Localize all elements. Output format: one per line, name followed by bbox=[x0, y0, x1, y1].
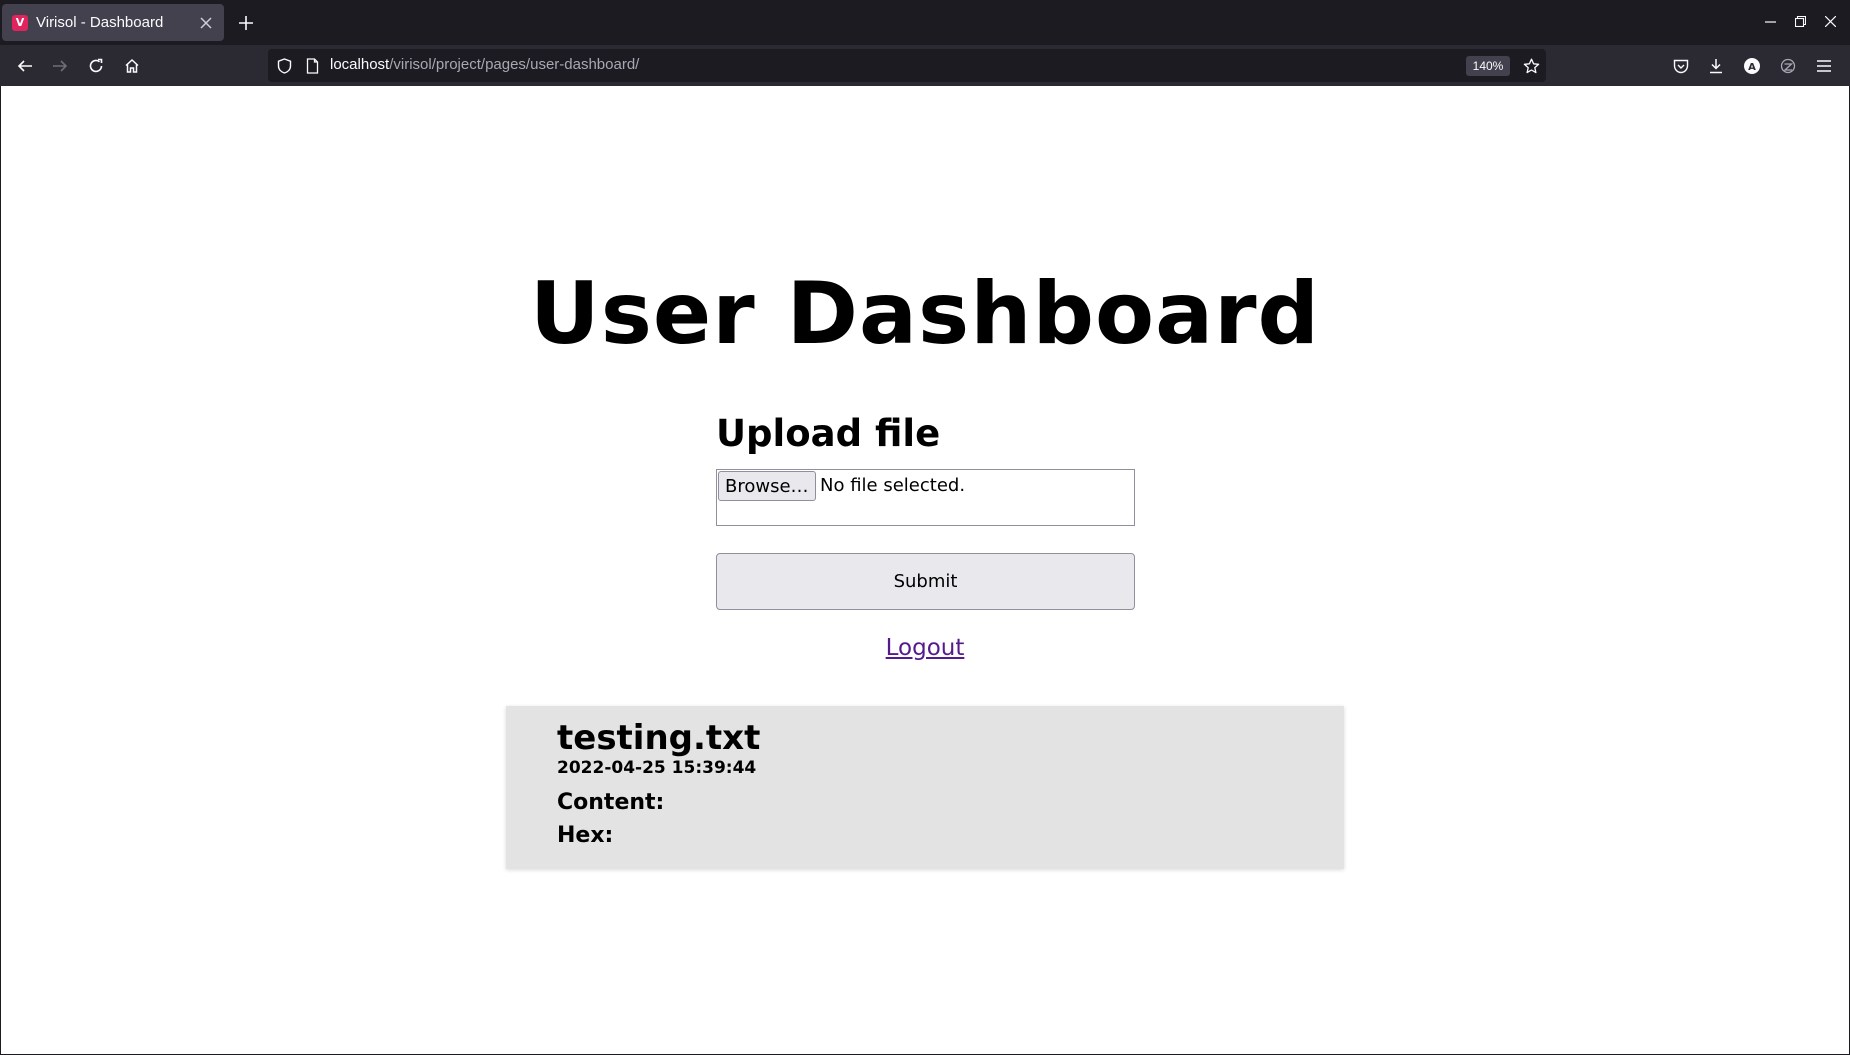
url-host: localhost bbox=[330, 56, 390, 73]
page-info-icon[interactable] bbox=[303, 57, 321, 75]
file-status-text: No file selected. bbox=[820, 475, 966, 496]
url-text[interactable]: localhost/virisol/project/pages/user-das… bbox=[330, 56, 639, 73]
new-tab-icon[interactable] bbox=[234, 9, 258, 37]
downloads-icon[interactable] bbox=[1703, 53, 1729, 79]
tracking-protection-shield-icon[interactable] bbox=[275, 57, 293, 75]
tab-title: Virisol - Dashboard bbox=[36, 14, 164, 31]
file-hex-label: Hex: bbox=[557, 823, 614, 848]
browse-button[interactable]: Browse… bbox=[718, 471, 816, 501]
url-path: /virisol/project/pages/user-dashboard/ bbox=[389, 56, 640, 73]
close-window-icon[interactable] bbox=[1819, 10, 1841, 32]
page-title: User Dashboard bbox=[529, 264, 1321, 364]
bookmark-star-icon[interactable] bbox=[1520, 55, 1542, 77]
file-timestamp: 2022-04-25 15:39:44 bbox=[557, 758, 757, 778]
pocket-icon[interactable] bbox=[1668, 53, 1694, 79]
logout-container: Logout bbox=[1, 635, 1849, 661]
submit-button[interactable]: Submit bbox=[716, 553, 1135, 610]
navigation-toolbar: localhost/virisol/project/pages/user-das… bbox=[0, 45, 1850, 86]
favicon-icon: V bbox=[12, 14, 28, 31]
close-tab-icon[interactable] bbox=[194, 11, 218, 35]
extension-icon[interactable] bbox=[1775, 53, 1801, 79]
file-card: testing.txt 2022-04-25 15:39:44 Content:… bbox=[506, 706, 1344, 869]
back-arrow-icon[interactable] bbox=[11, 52, 39, 80]
file-content-label: Content: bbox=[557, 790, 665, 815]
hamburger-menu-icon[interactable] bbox=[1811, 53, 1837, 79]
logout-link[interactable]: Logout bbox=[886, 635, 965, 661]
home-icon[interactable] bbox=[118, 52, 146, 80]
svg-text:A: A bbox=[1748, 62, 1756, 73]
address-bar[interactable]: localhost/virisol/project/pages/user-das… bbox=[268, 49, 1546, 82]
tab-virisol-dashboard[interactable]: V Virisol - Dashboard bbox=[2, 4, 224, 41]
file-name: testing.txt bbox=[557, 718, 761, 758]
forward-arrow-icon[interactable] bbox=[46, 52, 74, 80]
restore-icon[interactable] bbox=[1789, 10, 1811, 32]
zoom-level-badge[interactable]: 140% bbox=[1466, 56, 1510, 76]
reload-icon[interactable] bbox=[82, 52, 110, 80]
tab-strip: V Virisol - Dashboard bbox=[0, 0, 1850, 45]
upload-heading: Upload file bbox=[716, 412, 941, 455]
page-viewport: User Dashboard Upload file Browse… No fi… bbox=[1, 86, 1849, 1054]
minimize-icon[interactable] bbox=[1759, 10, 1781, 32]
file-upload-input[interactable]: Browse… No file selected. bbox=[716, 469, 1135, 526]
account-icon[interactable]: A bbox=[1739, 53, 1765, 79]
